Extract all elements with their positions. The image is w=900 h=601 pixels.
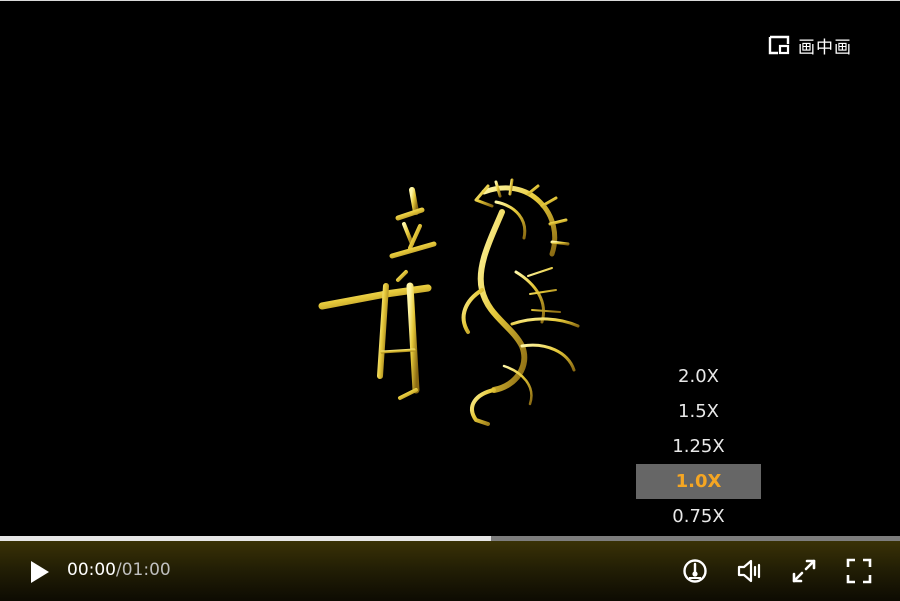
play-icon [31, 561, 49, 583]
speed-menu: 2.0X 1.5X 1.25X 1.0X 0.75X [636, 357, 761, 541]
volume-icon [737, 559, 761, 583]
web-fullscreen-icon [792, 559, 816, 583]
control-bar: 00:00/01:00 [0, 541, 900, 601]
video-player[interactable]: 画中画 2.0X 1.5X 1.25X 1.0X 0.75X 00:00/01:… [0, 0, 900, 601]
speed-option-1-5x[interactable]: 1.5X [636, 394, 761, 429]
top-border [0, 0, 900, 1]
fullscreen-button[interactable] [845, 557, 873, 585]
speed-option-1-0x-selected[interactable]: 1.0X [636, 464, 761, 499]
picture-in-picture-icon [768, 35, 790, 55]
duration: 01:00 [121, 560, 171, 580]
speed-icon [683, 559, 707, 583]
play-button[interactable] [28, 559, 52, 585]
speed-option-1-25x[interactable]: 1.25X [636, 429, 761, 464]
volume-button[interactable] [736, 557, 764, 585]
fullscreen-icon [846, 558, 872, 584]
pip-label: 画中画 [798, 37, 852, 58]
speed-option-2-0x[interactable]: 2.0X [636, 359, 761, 394]
time-display: 00:00/01:00 [67, 560, 171, 580]
web-fullscreen-button[interactable] [790, 557, 818, 585]
current-time: 00:00 [67, 560, 116, 580]
speed-option-0-75x[interactable]: 0.75X [636, 499, 761, 534]
video-frame-artwork [318, 178, 580, 426]
pip-button[interactable]: 画中画 [768, 33, 852, 58]
speed-button[interactable] [681, 557, 709, 585]
